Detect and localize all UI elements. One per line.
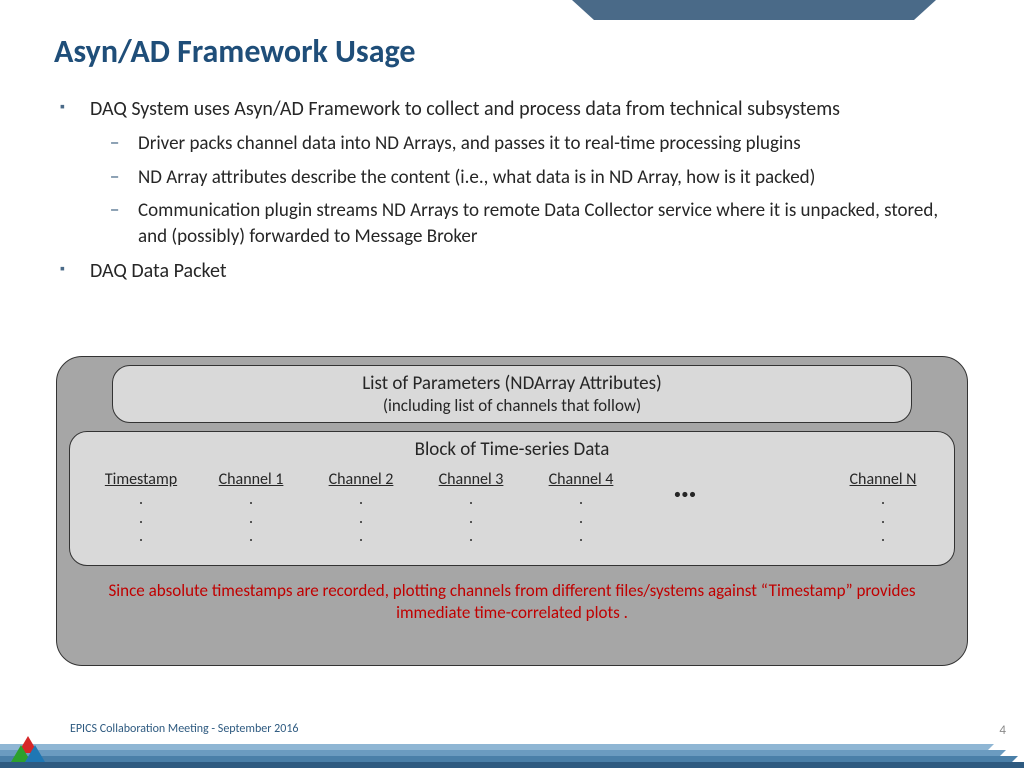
column-dot: . [306,528,416,546]
column-header: Channel N [828,471,938,489]
column-channel: Channel 4 . . . [526,471,636,547]
column-dot: . [196,510,306,528]
column-dot: . [416,510,526,528]
parameters-subtitle: (including list of channels that follow) [113,395,911,416]
footer-stripes [0,726,1024,768]
logo-icon [14,736,42,762]
column-channel: Channel 1 . . . [196,471,306,547]
column-header: Channel 1 [196,471,306,489]
column-dot: . [828,491,938,509]
column-dot: . [86,491,196,509]
data-packet-diagram: List of Parameters (NDArray Attributes) … [56,356,968,666]
column-header: Channel 2 [306,471,416,489]
bullet-text: DAQ System uses Asyn/AD Framework to col… [90,97,840,121]
stripe [0,762,1024,768]
timeseries-title: Block of Time-series Data [86,438,938,461]
bullet-text: DAQ Data Packet [90,259,227,283]
column-dot: . [306,510,416,528]
column-header: Channel 3 [416,471,526,489]
column-dot: . [526,510,636,528]
column-header: Timestamp [86,471,196,489]
column-dot: . [86,510,196,528]
column-ellipsis: … [636,471,736,497]
column-dot: . [828,510,938,528]
sub-bullet-item: Driver packs channel data into ND Arrays… [90,131,964,157]
parameters-box: List of Parameters (NDArray Attributes) … [112,365,912,423]
column-dot: . [526,491,636,509]
column-dot: . [416,491,526,509]
logo-triangle-blue [25,745,45,762]
column-dot: . [196,491,306,509]
column-dot: . [306,491,416,509]
sub-bullet-item: ND Array attributes describe the content… [90,165,964,191]
bullet-item: DAQ Data Packet [60,258,964,285]
column-channel: Channel 2 . . . [306,471,416,547]
bullet-item: DAQ System uses Asyn/AD Framework to col… [60,96,964,250]
sub-bullet-list: Driver packs channel data into ND Arrays… [90,131,964,250]
column-row: Timestamp . . . Channel 1 . . . Channel … [86,471,938,547]
column-channel: Channel 3 . . . [416,471,526,547]
column-dot: . [196,528,306,546]
column-dot: . [416,528,526,546]
column-timestamp: Timestamp . . . [86,471,196,547]
column-header: Channel 4 [526,471,636,489]
timeseries-box: Block of Time-series Data Timestamp . . … [69,431,955,566]
column-dot: . [526,528,636,546]
header-accent-tab [594,0,914,20]
slide-title: Asyn/AD Framework Usage [54,32,415,71]
parameters-title: List of Parameters (NDArray Attributes) [113,372,911,395]
column-dot: . [828,528,938,546]
footnote-text: Since absolute timestamps are recorded, … [69,580,955,624]
bullet-list: DAQ System uses Asyn/AD Framework to col… [60,96,964,293]
sub-bullet-item: Communication plugin streams ND Arrays t… [90,198,964,249]
column-channel-n: Channel N . . . [828,471,938,547]
column-dot: . [86,528,196,546]
